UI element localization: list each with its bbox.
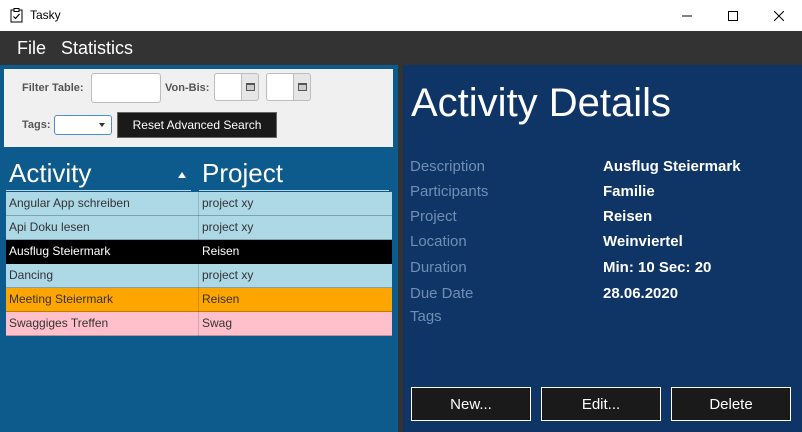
cell-project: Reisen — [202, 244, 240, 258]
location-value: Weinviertel — [603, 233, 683, 250]
menu-bar: File Statistics — [0, 31, 802, 65]
duration-value: Min: 10 Sec: 20 — [603, 259, 712, 276]
header-underline — [199, 190, 389, 191]
project-value: Reisen — [603, 208, 653, 225]
window-titlebar: Tasky — [0, 0, 802, 31]
reset-advanced-search-button[interactable]: Reset Advanced Search — [117, 112, 277, 138]
minimize-icon — [682, 15, 692, 16]
cell-divider — [198, 240, 199, 264]
date-from-picker-button[interactable] — [242, 73, 259, 101]
table-row[interactable]: Angular App schreiben project xy — [6, 192, 392, 216]
description-value: Ausflug Steiermark — [603, 158, 741, 175]
cell-project: project xy — [202, 220, 254, 234]
table-row[interactable]: Ausflug Steiermark Reisen — [6, 240, 392, 264]
calendar-icon — [297, 83, 307, 91]
filter-area: Filter Table: Von-Bis: Tags: Reset Advan… — [4, 69, 393, 147]
cell-divider — [198, 192, 199, 216]
chevron-down-icon — [99, 123, 105, 127]
table-row[interactable]: Dancing project xy — [6, 264, 392, 288]
cell-divider — [198, 312, 199, 336]
cell-divider — [198, 288, 199, 312]
header-underline — [6, 190, 191, 191]
table-row[interactable]: Meeting Steiermark Reisen — [6, 288, 392, 312]
cell-activity: Angular App schreiben — [9, 196, 130, 210]
cell-project: project xy — [202, 268, 254, 282]
activity-list-panel: Filter Table: Von-Bis: Tags: Reset Advan… — [0, 65, 398, 432]
tags-details-label: Tags — [410, 308, 442, 325]
column-header-project[interactable]: Project — [202, 158, 283, 189]
cell-activity: Swaggiges Treffen — [9, 316, 109, 330]
close-icon — [774, 10, 784, 21]
filter-table-label: Filter Table: — [22, 82, 84, 94]
filter-table-input[interactable] — [91, 73, 161, 103]
date-to-picker-button[interactable] — [294, 73, 311, 101]
maximize-button[interactable] — [710, 0, 756, 31]
date-to-input[interactable] — [266, 73, 294, 101]
menu-statistics[interactable]: Statistics — [61, 38, 133, 59]
menu-file[interactable]: File — [17, 38, 46, 59]
table-row[interactable]: Swaggiges Treffen Swag — [6, 312, 392, 336]
cell-project: Swag — [202, 316, 233, 330]
delete-button[interactable]: Delete — [671, 387, 791, 421]
new-button[interactable]: New... — [411, 387, 531, 421]
cell-project: Reisen — [202, 292, 240, 306]
activity-table: Angular App schreiben project xy Api Doku … — [6, 192, 392, 336]
cell-project: project xy — [202, 196, 254, 210]
cell-activity: Ausflug Steiermark — [9, 244, 111, 258]
cell-divider — [198, 264, 199, 288]
minimize-button[interactable] — [664, 0, 710, 31]
tags-dropdown[interactable] — [54, 115, 112, 135]
table-header: Activity Project — [6, 155, 389, 193]
participants-value: Familie — [603, 183, 655, 200]
duration-label: Duration — [410, 259, 467, 276]
description-label: Description — [410, 158, 486, 175]
clipboard-check-icon — [10, 8, 23, 23]
due-date-value: 28.06.2020 — [603, 285, 679, 302]
table-row[interactable]: Api Doku lesen project xy — [6, 216, 392, 240]
participants-label: Participants — [410, 183, 489, 200]
window-title: Tasky — [30, 8, 61, 22]
sort-ascending-icon — [178, 172, 186, 178]
maximize-icon — [728, 10, 738, 21]
column-header-activity[interactable]: Activity — [9, 158, 91, 189]
close-button[interactable] — [756, 0, 802, 31]
cell-activity: Meeting Steiermark — [9, 292, 114, 306]
cell-activity: Dancing — [9, 268, 54, 282]
von-bis-label: Von-Bis: — [165, 82, 210, 94]
date-from-input[interactable] — [214, 73, 242, 101]
activity-details-panel: Activity Details Description Ausflug Ste… — [403, 65, 802, 432]
edit-button[interactable]: Edit... — [541, 387, 661, 421]
project-label: Project — [410, 208, 457, 225]
due-date-label: Due Date — [410, 285, 474, 302]
cell-divider — [198, 216, 199, 240]
details-title: Activity Details — [411, 81, 672, 125]
location-label: Location — [410, 233, 467, 250]
tags-label: Tags: — [22, 119, 51, 131]
calendar-icon — [245, 83, 255, 91]
cell-activity: Api Doku lesen — [9, 220, 90, 234]
